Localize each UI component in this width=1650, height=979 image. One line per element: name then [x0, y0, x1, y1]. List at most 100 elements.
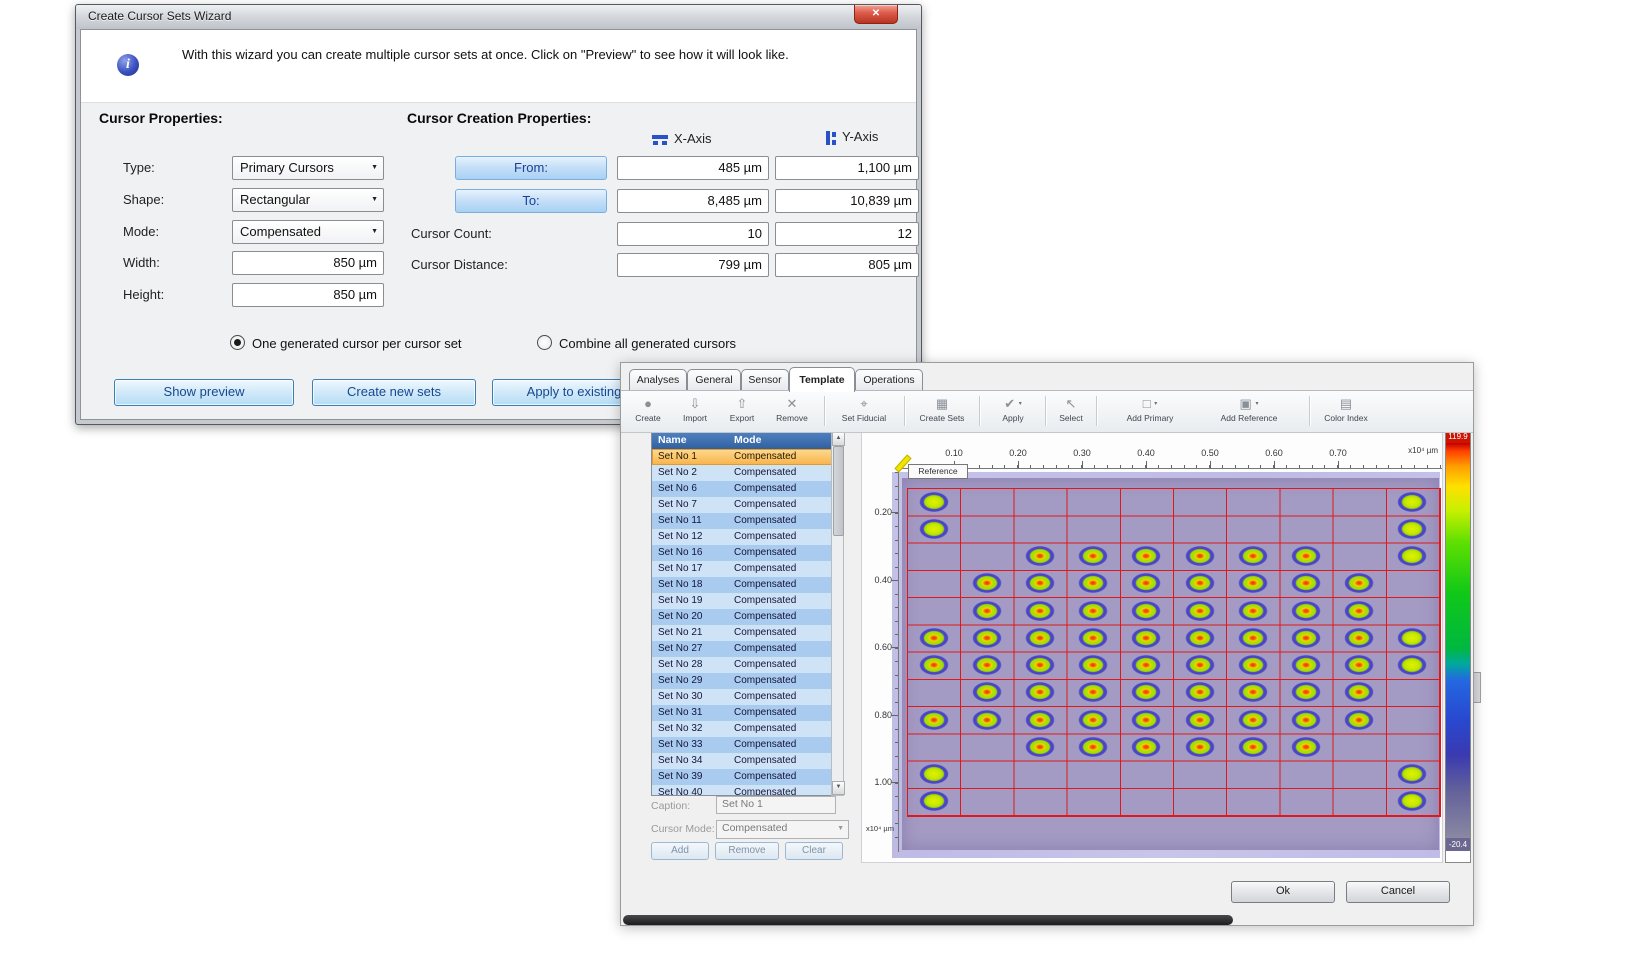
create-new-sets-button[interactable]: Create new sets	[312, 379, 476, 406]
table-row[interactable]: Set No 21Compensated	[652, 625, 832, 641]
type-dropdown[interactable]: Primary Cursors▼	[232, 156, 384, 180]
scroll-down-icon[interactable]: ▼	[832, 781, 845, 795]
mode-dropdown[interactable]: Compensated▼	[232, 220, 384, 244]
tab-analyses[interactable]: Analyses	[629, 369, 687, 391]
table-row[interactable]: Set No 2Compensated	[652, 465, 832, 481]
toolbar-set-fiducial-button[interactable]: ⌖Set Fiducial	[834, 394, 894, 423]
toolbar-create-button[interactable]: ●Create	[626, 394, 670, 423]
radio-combine-all-generated-cursors[interactable]: Combine all generated cursors	[537, 335, 736, 351]
to-x-input[interactable]: 8,485 µm	[617, 189, 769, 213]
cursor-dot	[1290, 627, 1322, 649]
remove-button[interactable]: Remove	[715, 842, 779, 860]
table-row[interactable]: Set No 1Compensated	[652, 449, 832, 465]
table-row[interactable]: Set No 27Compensated	[652, 641, 832, 657]
table-row[interactable]: Set No 29Compensated	[652, 673, 832, 689]
ok-button[interactable]: Ok	[1231, 881, 1335, 903]
shape-dropdown[interactable]: Rectangular▼	[232, 188, 384, 212]
cursor-distance-y-input[interactable]: 805 µm	[775, 253, 919, 277]
x-minor-tick	[1209, 465, 1210, 468]
set-mode-cell: Compensated	[728, 689, 826, 705]
set-name-cell: Set No 17	[652, 561, 728, 577]
toolbar-export-button[interactable]: ⇧Export	[720, 394, 764, 423]
toolbar-label: Select	[1051, 413, 1091, 423]
x-minor-tick	[1222, 465, 1223, 468]
table-row[interactable]: Set No 30Compensated	[652, 689, 832, 705]
y-minor-tick	[895, 796, 898, 797]
table-row[interactable]: Set No 28Compensated	[652, 657, 832, 673]
table-row[interactable]: Set No 32Compensated	[652, 721, 832, 737]
field-value: 850 µm	[333, 252, 377, 274]
set-name-cell: Set No 39	[652, 769, 728, 785]
field-value: 10	[748, 223, 762, 245]
table-row[interactable]: Set No 7Compensated	[652, 497, 832, 513]
add-button[interactable]: Add	[651, 842, 709, 860]
table-row[interactable]: Set No 16Compensated	[652, 545, 832, 561]
cursor-dot	[1184, 627, 1216, 649]
toolbar-remove-button[interactable]: ✕Remove	[767, 394, 817, 423]
scroll-up-icon[interactable]: ▲	[832, 432, 845, 446]
table-row[interactable]: Set No 20Compensated	[652, 609, 832, 625]
toolbar-add-primary-button[interactable]: □ ▾Add Primary	[1119, 394, 1181, 423]
cursor-mode-label: Cursor Mode:	[651, 823, 715, 835]
table-row[interactable]: Set No 33Compensated	[652, 737, 832, 753]
show-preview-button[interactable]: Show preview	[114, 379, 294, 406]
x-tick-label: 0.50	[1195, 448, 1225, 458]
height-input[interactable]: 850 µm	[232, 283, 384, 307]
table-row[interactable]: Set No 18Compensated	[652, 577, 832, 593]
x-minor-tick	[1030, 465, 1031, 468]
cursor-count-y-input[interactable]: 12	[775, 222, 919, 246]
toolbar-color-index-button[interactable]: ▤Color Index	[1317, 394, 1375, 423]
column-header-mode[interactable]: Mode	[728, 432, 826, 449]
clear-button[interactable]: Clear	[785, 842, 843, 860]
table-row[interactable]: Set No 19Compensated	[652, 593, 832, 609]
table-row[interactable]: Set No 6Compensated	[652, 481, 832, 497]
set-mode-cell: Compensated	[728, 465, 826, 481]
from-x-input[interactable]: 485 µm	[617, 156, 769, 180]
column-header-name[interactable]: Name	[652, 432, 728, 449]
toolbar-add-reference-button[interactable]: ▣ ▾Add Reference	[1213, 394, 1285, 423]
x-minor-tick	[1248, 465, 1249, 468]
cursor-dot	[1130, 709, 1162, 731]
y-minor-tick	[895, 715, 898, 716]
toolbar-apply-button[interactable]: ✔ ▾Apply	[989, 394, 1037, 423]
cancel-button[interactable]: Cancel	[1346, 881, 1450, 903]
cursor-mode-select[interactable]: Compensated ▼	[716, 820, 849, 839]
tab-general[interactable]: General	[687, 369, 741, 391]
toolbar-import-button[interactable]: ⇩Import	[673, 394, 717, 423]
field-value: Primary Cursors	[240, 157, 334, 179]
table-row[interactable]: Set No 11Compensated	[652, 513, 832, 529]
set-mode-cell: Compensated	[728, 529, 826, 545]
field-value: 12	[898, 223, 912, 245]
caption-input[interactable]: Set No 1	[716, 796, 836, 814]
y-minor-tick	[895, 729, 898, 730]
x-minor-tick	[1145, 465, 1146, 468]
tab-template[interactable]: Template	[789, 367, 855, 392]
table-row[interactable]: Set No 34Compensated	[652, 753, 832, 769]
table-row[interactable]: Set No 39Compensated	[652, 769, 832, 785]
from-y-input[interactable]: 1,100 µm	[775, 156, 919, 180]
set-name-cell: Set No 31	[652, 705, 728, 721]
table-row[interactable]: Set No 17Compensated	[652, 561, 832, 577]
table-row[interactable]: Set No 31Compensated	[652, 705, 832, 721]
tab-operations[interactable]: Operations	[855, 369, 923, 391]
set-mode-cell: Compensated	[728, 657, 826, 673]
toolbar-create-sets-button[interactable]: ▦Create Sets	[913, 394, 971, 423]
cursor-count-x-input[interactable]: 10	[617, 222, 769, 246]
cursor-distance-x-input[interactable]: 799 µm	[617, 253, 769, 277]
toolbar-label: Color Index	[1317, 413, 1375, 423]
radio-one-generated-cursor-per-cursor-set[interactable]: One generated cursor per cursor set	[230, 335, 462, 351]
from-button[interactable]: From:	[455, 156, 607, 180]
tab-sensor[interactable]: Sensor	[741, 369, 789, 391]
set-mode-cell: Compensated	[728, 497, 826, 513]
set-name-cell: Set No 7	[652, 497, 728, 513]
wizard-titlebar[interactable]: Create Cursor Sets Wizard ✕	[76, 5, 921, 29]
scrollbar-thumb[interactable]	[833, 446, 844, 536]
to-y-input[interactable]: 10,839 µm	[775, 189, 919, 213]
table-row[interactable]: Set No 40Compensated	[652, 785, 832, 795]
close-button[interactable]: ✕	[854, 5, 898, 24]
toolbar-select-button[interactable]: ↖Select	[1051, 394, 1091, 423]
table-row[interactable]: Set No 12Compensated	[652, 529, 832, 545]
to-button[interactable]: To:	[455, 189, 607, 213]
width-input[interactable]: 850 µm	[232, 251, 384, 275]
set-table-scrollbar[interactable]: ▲ ▼	[831, 431, 844, 796]
